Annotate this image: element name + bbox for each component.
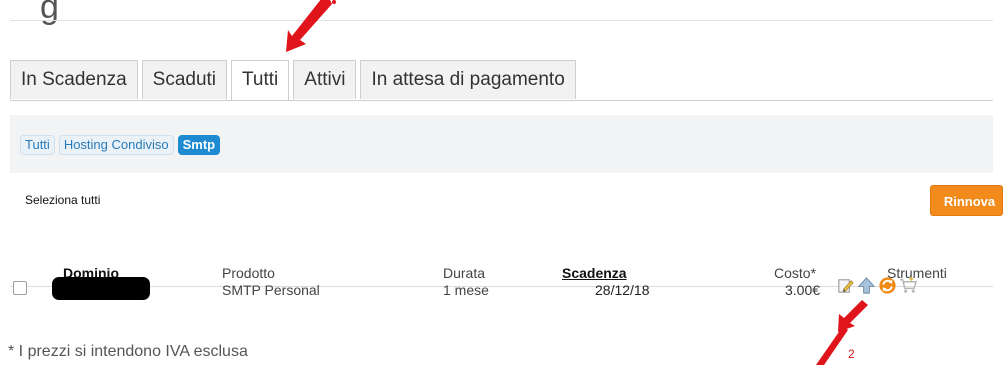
column-header-expiry[interactable]: Scadenza [562,265,627,281]
renew-button[interactable]: Rinnova [930,185,1003,216]
annotation-label: 2 [848,347,855,361]
cart-icon[interactable] [899,276,918,295]
select-all-link[interactable]: Seleziona tutti [25,193,100,207]
column-header-product: Prodotto [222,265,275,281]
filter-chips: Tutti Hosting Condiviso Smtp [20,135,221,155]
row-tools [836,276,918,295]
column-header-duration: Durata [443,265,486,281]
upgrade-icon[interactable] [857,276,876,295]
redacted-domain [52,277,150,300]
status-tabs: In Scadenza Scaduti Tutti Attivi In atte… [10,60,576,100]
edit-icon[interactable] [836,276,855,295]
page-title: g [40,0,60,26]
row-product: SMTP Personal [222,282,320,298]
tab-attivi[interactable]: Attivi [293,60,357,99]
annotation-arrow-2: 2 [816,300,868,365]
tab-tutti[interactable]: Tutti [231,60,290,100]
filter-tutti[interactable]: Tutti [20,135,55,155]
annotation-arrow [286,0,336,52]
filter-bar: Tutti Hosting Condiviso Smtp [10,115,993,173]
column-header-cost: Costo* [774,265,817,281]
row-duration: 1 mese [443,282,489,298]
filter-smtp[interactable]: Smtp [177,135,221,155]
tab-in-attesa-di-pagamento[interactable]: In attesa di pagamento [360,60,576,99]
row-expiry: 28/12/18 [595,282,650,298]
divider [10,20,993,21]
filter-hosting-condiviso[interactable]: Hosting Condiviso [58,135,174,155]
tab-scaduti[interactable]: Scaduti [141,60,228,99]
row-checkbox[interactable] [13,281,27,295]
renew-icon[interactable] [878,276,897,295]
tabs-underline [10,100,993,101]
tab-in-scadenza[interactable]: In Scadenza [10,60,138,99]
price-footnote: * I prezzi si intendono IVA esclusa [8,343,248,360]
